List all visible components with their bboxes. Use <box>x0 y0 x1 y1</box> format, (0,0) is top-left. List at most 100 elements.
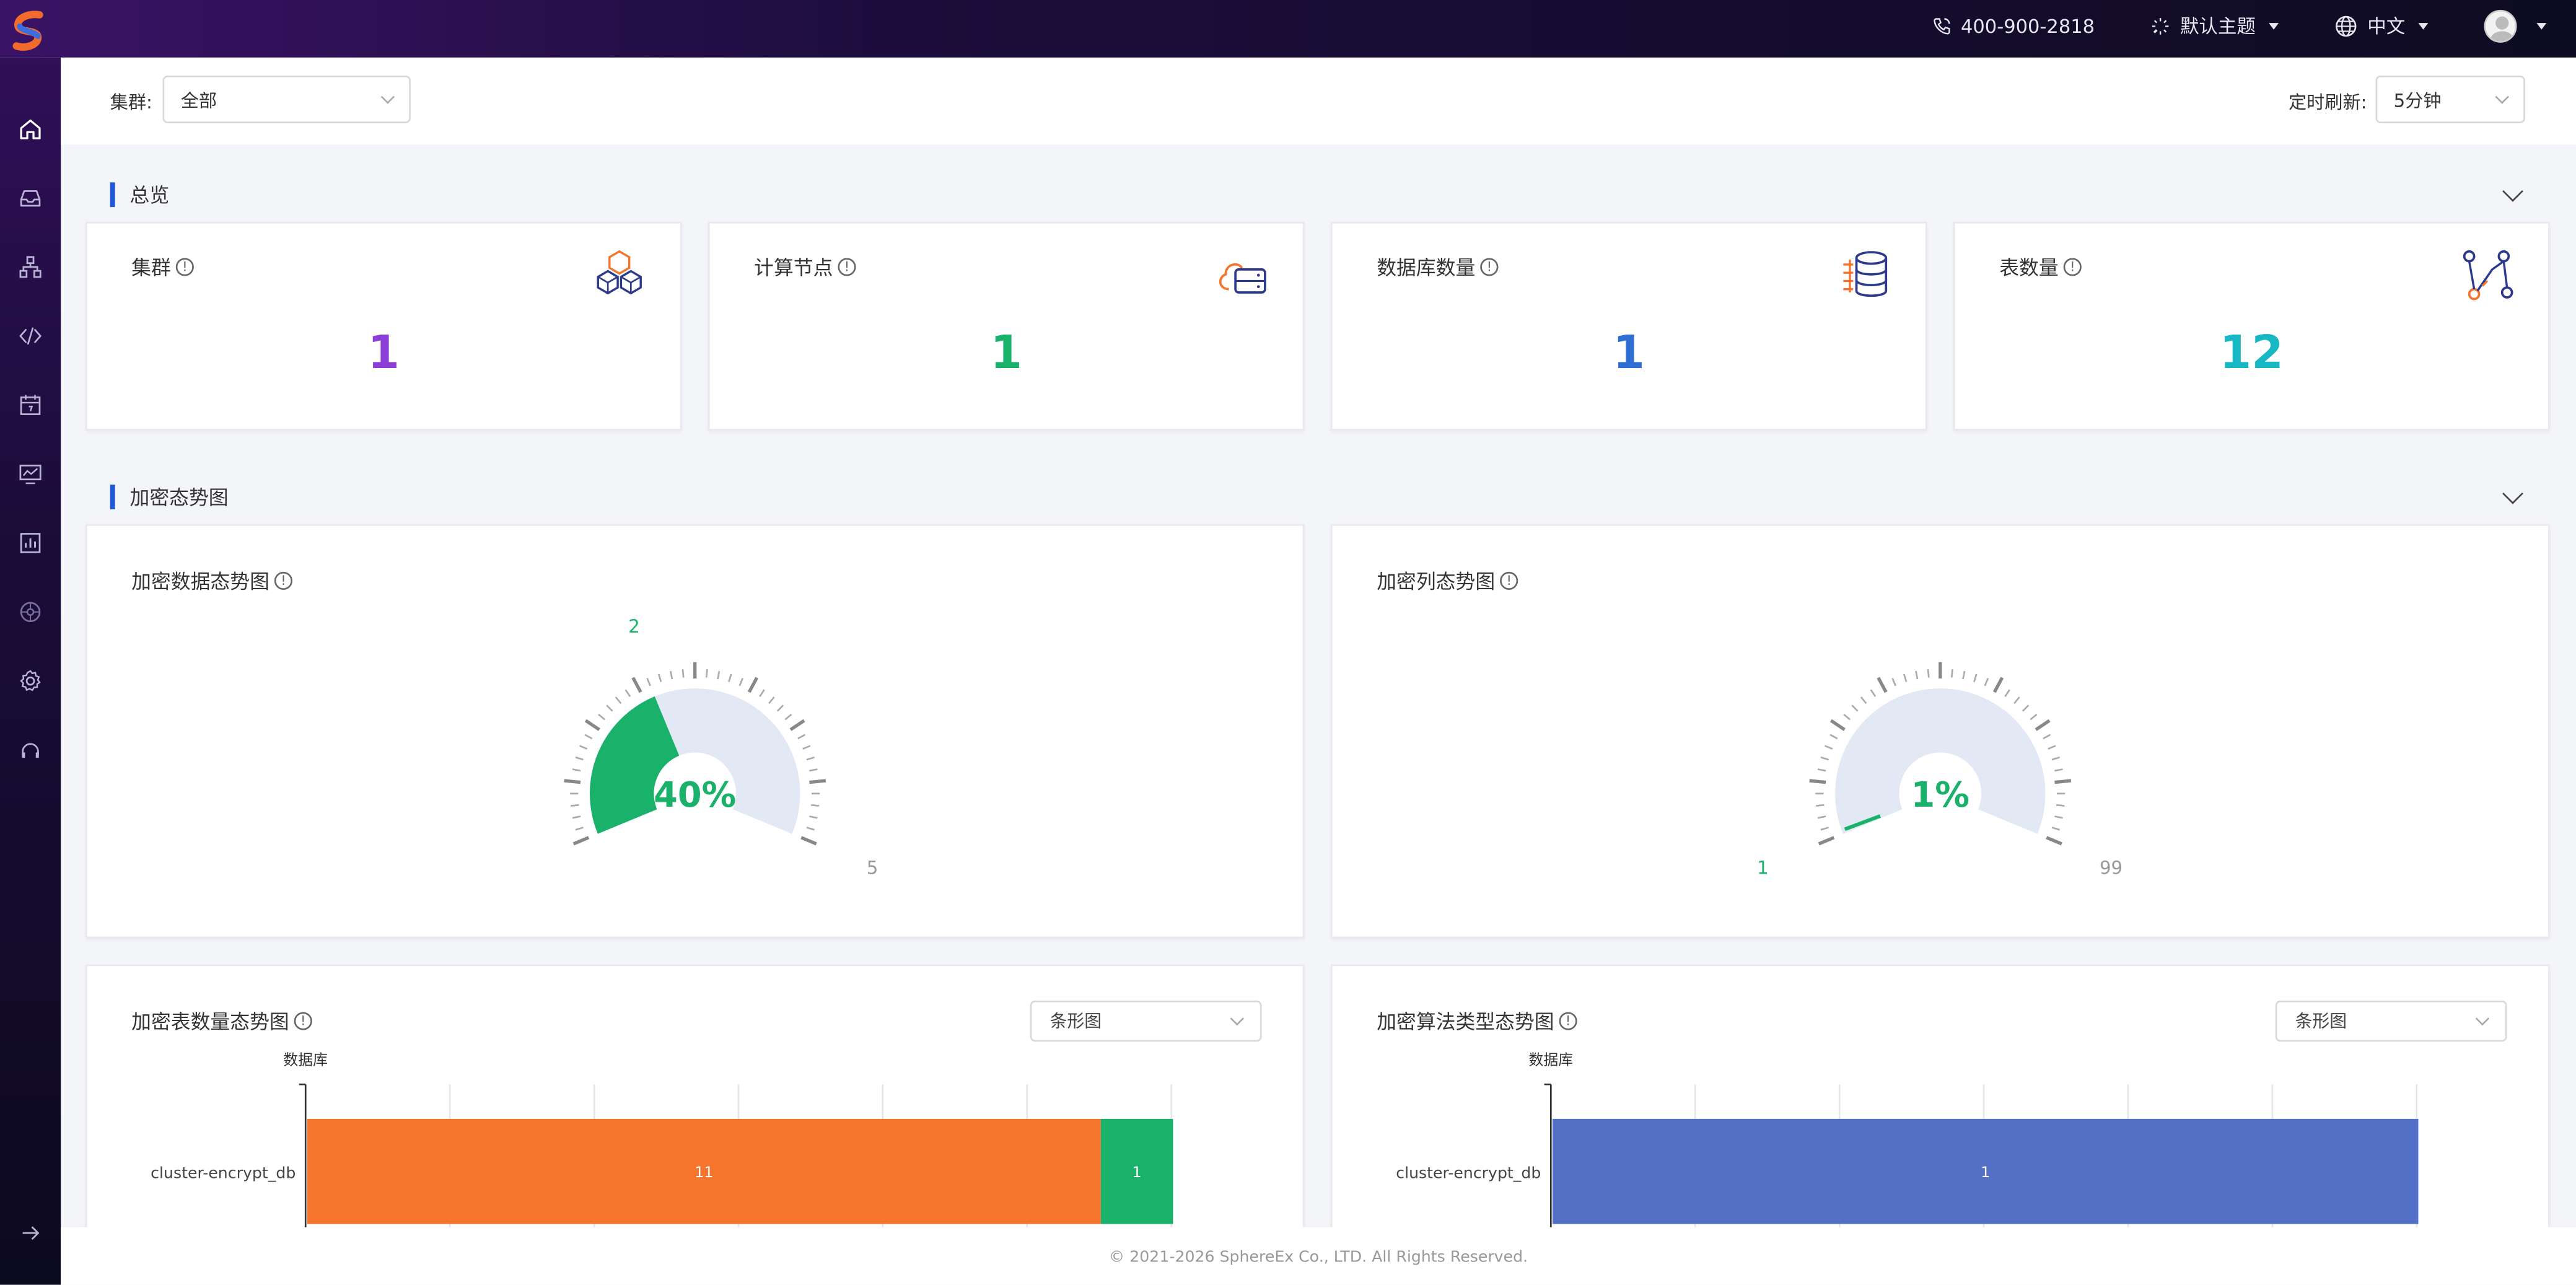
phone-icon <box>1933 18 1950 35</box>
encrypted-count-label: 1 <box>1757 857 1769 879</box>
encrypted-table-bar-chart: 数据库cluster-encrypt_db 11 1 <box>151 1051 1173 1227</box>
calendar-icon <box>20 395 41 415</box>
app-root: 400-900-2818 默认主题 中文 集群: 全部 定时刷新: 5分钟 总览… <box>0 0 2576 1285</box>
table-count-card: 表数量! 12 <box>1953 221 2550 431</box>
cluster-select[interactable]: 全部 <box>162 75 411 123</box>
language-label: 中文 <box>2367 14 2406 38</box>
footer: © 2021-2026 SphereEx Co., LTD. All Right… <box>61 1227 2576 1285</box>
sidebar-item-monitor[interactable] <box>15 458 46 489</box>
encrypted-table-bar-label-1: 1 <box>1132 1164 1142 1181</box>
cloud-server-icon <box>1219 263 1266 294</box>
chevron-down-icon <box>2495 90 2509 104</box>
topology-icon <box>19 256 42 278</box>
headset-icon <box>22 743 39 758</box>
info-icon[interactable]: ! <box>1480 258 1499 276</box>
cluster-select-value: 全部 <box>180 89 217 111</box>
caret-down-icon <box>2536 23 2547 30</box>
encrypted-column-gauge-card: 加密列态势图! 1% 1 99 <box>1330 524 2550 939</box>
home-icon <box>20 119 41 139</box>
code-icon <box>19 327 42 345</box>
algorithm-bar-chart: 数据库 cluster-encrypt_db 1 <box>1396 1051 2419 1227</box>
card-title: 表数量! <box>1999 253 2082 281</box>
encrypted-data-gauge-card: 加密数据态势图! 40% 2 5 <box>85 524 1305 939</box>
encrypted-table-bar-label-0: 11 <box>694 1164 713 1181</box>
cluster-card-title: 集群 <box>131 256 171 279</box>
refresh-filter-label: 定时刷新: <box>2288 92 2367 113</box>
compute-node-card: 计算节点! 1 <box>708 221 1305 431</box>
phone-number: 400-900-2818 <box>1961 14 2095 38</box>
monitor-icon <box>19 465 42 485</box>
arrow-right-icon <box>22 1226 40 1240</box>
overview-section-title: 总览 <box>129 183 170 206</box>
database-count-value: 1 <box>1613 325 1645 380</box>
theme-icon <box>2152 18 2169 35</box>
cluster-filter-label: 集群: <box>110 92 152 113</box>
top-bar: 400-900-2818 默认主题 中文 <box>0 0 2576 58</box>
card-title: 计算节点! <box>754 253 856 281</box>
database-icon <box>1843 251 1888 297</box>
card-title: 数据库数量! <box>1377 253 1499 281</box>
language-switcher[interactable]: 中文 <box>2334 13 2429 39</box>
algorithm-bar-label-0: 1 <box>1981 1164 1990 1181</box>
database-count-card: 数据库数量! 1 <box>1330 221 1927 431</box>
info-icon[interactable]: ! <box>838 258 856 276</box>
section-accent-bar <box>110 483 115 509</box>
card-title: 集群! <box>131 253 194 281</box>
encrypted-data-gauge: 40% 2 5 <box>564 616 878 879</box>
sidebar-item-code[interactable] <box>15 320 46 351</box>
user-menu[interactable] <box>2484 9 2547 43</box>
main-content: 集群: 全部 定时刷新: 5分钟 总览 集群! 1 计算节点 ! 1 数据库数量… <box>61 57 2576 1227</box>
copyright-text: © 2021-2026 SphereEx Co., LTD. All Right… <box>1109 1248 1528 1267</box>
filter-bar: 集群: 全部 定时刷新: 5分钟 <box>61 57 2576 145</box>
inbox-icon <box>20 190 41 207</box>
caret-down-icon <box>2269 23 2279 30</box>
refresh-interval-select[interactable]: 5分钟 <box>2375 75 2525 123</box>
compute-node-count-value: 1 <box>990 325 1023 380</box>
page-scrollbar[interactable] <box>2571 58 2576 1227</box>
sphereex-logo[interactable] <box>7 8 53 54</box>
cubes-icon <box>597 250 642 295</box>
sidebar-item-support[interactable] <box>15 736 46 767</box>
sidebar-expand-button[interactable] <box>15 1217 46 1248</box>
encrypted-column-gauge: 1% 1 99 <box>1757 662 2123 879</box>
algorithm-category-label: cluster-encrypt_db <box>1396 1164 1541 1182</box>
encrypted-table-category-label: cluster-encrypt_db <box>151 1164 296 1182</box>
algorithm-axis-label: 数据库 <box>1529 1051 1574 1068</box>
info-icon[interactable]: ! <box>175 258 194 276</box>
total-count-label: 5 <box>867 857 878 879</box>
encrypted-table-axis-label: 数据库 <box>283 1051 328 1068</box>
collapse-encryption-chevron-icon[interactable] <box>2502 483 2523 504</box>
sidebar-item-settings[interactable] <box>15 665 46 696</box>
bar-chart-icon <box>20 533 41 553</box>
sidebar-item-calendar[interactable] <box>15 389 46 420</box>
branch-icon <box>2463 250 2513 300</box>
phone-contact[interactable]: 400-900-2818 <box>1931 15 2095 38</box>
encrypted-data-gauge-percent-label: 40% <box>654 775 736 815</box>
sidebar-item-report[interactable] <box>15 527 46 558</box>
collapse-overview-chevron-icon[interactable] <box>2502 181 2523 202</box>
refresh-select-value: 5分钟 <box>2393 89 2442 111</box>
sidebar-item-home[interactable] <box>15 113 46 144</box>
theme-switcher[interactable]: 默认主题 <box>2150 13 2279 39</box>
compute-node-card-title: 计算节点 <box>754 256 833 279</box>
chevron-down-icon <box>380 90 395 104</box>
table-count-value: 12 <box>2219 325 2284 380</box>
gear-icon <box>20 670 41 691</box>
cluster-count-card: 集群! 1 <box>85 221 682 431</box>
plugin-icon <box>20 602 41 623</box>
encryption-algorithm-chart-card: 加密算法类型态势图! 条形图 数据库 cluster-encrypt_db 1 <box>1330 964 2550 1227</box>
total-count-label: 99 <box>2100 857 2123 879</box>
avatar <box>2484 9 2517 43</box>
sidebar-item-topology[interactable] <box>15 252 46 283</box>
encryption-section-header: 加密态势图 <box>110 480 229 512</box>
theme-label: 默认主题 <box>2180 14 2256 38</box>
encrypted-column-gauge-percent-label: 1% <box>1911 775 1970 815</box>
section-accent-bar <box>110 182 115 206</box>
sidebar-item-plugin[interactable] <box>15 597 46 628</box>
table-card-title: 表数量 <box>1999 256 2059 279</box>
encryption-section-title: 加密态势图 <box>129 485 229 509</box>
sidebar-item-inbox[interactable] <box>15 182 46 213</box>
globe-icon <box>2336 15 2357 37</box>
encrypted-count-label: 2 <box>628 616 640 637</box>
info-icon[interactable]: ! <box>2063 258 2082 276</box>
